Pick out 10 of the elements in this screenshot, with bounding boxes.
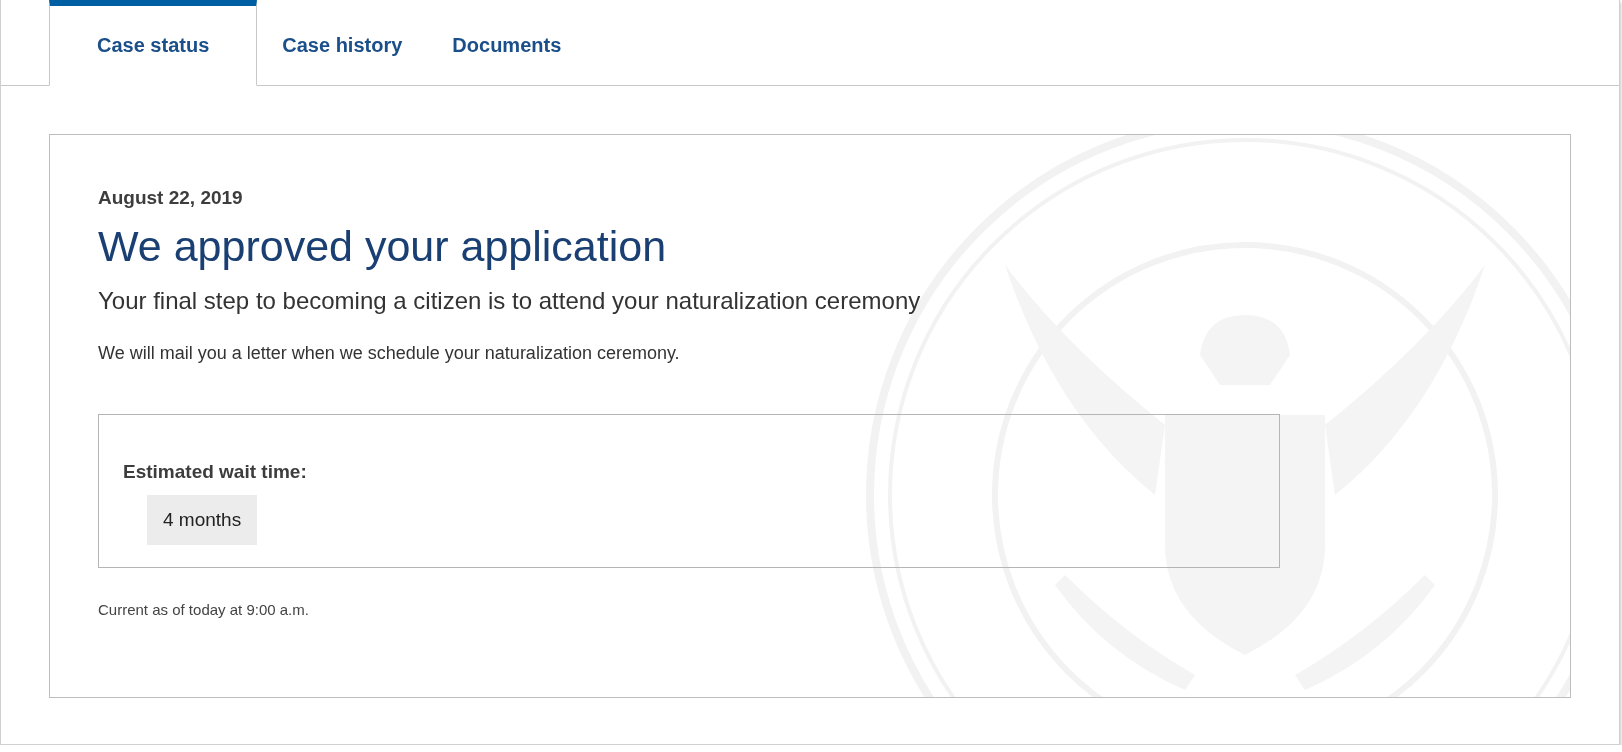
wait-time-value: 4 months — [147, 494, 258, 545]
status-subheading: Your final step to becoming a citizen is to attend your naturalization ceremony — [98, 286, 922, 315]
updated-note: Current as of today at 9:00 a.m. — [98, 600, 309, 618]
status-date: August 22, 2019 — [98, 187, 243, 209]
tab[interactable]: Documents — [427, 0, 587, 86]
tab[interactable]: Case status — [49, 0, 258, 86]
status-message: We will mail you a letter when we schedule your naturalization ceremony. — [98, 342, 681, 364]
wait-time-label: Estimated wait time: — [123, 460, 307, 483]
tab[interactable]: Case history — [257, 0, 428, 86]
status-heading: We approved your application — [98, 221, 668, 272]
